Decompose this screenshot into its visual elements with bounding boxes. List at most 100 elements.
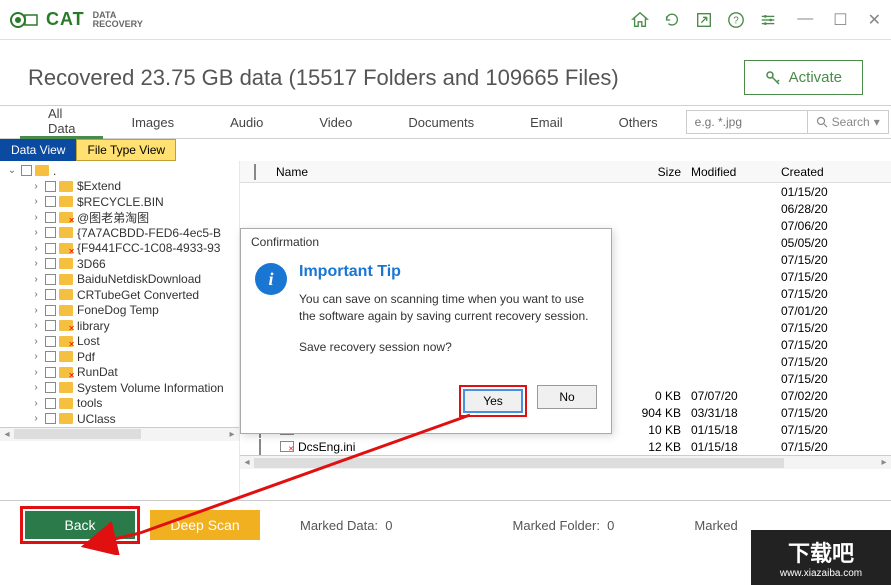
folder-tree[interactable]: ⌄ . ›$Extend›$RECYCLE.BIN›@图老弟淘图›{7A7ACB… bbox=[0, 161, 240, 500]
file-created: 01/15/20 bbox=[781, 185, 871, 199]
file-row[interactable]: 06/28/20 bbox=[240, 200, 891, 217]
tree-toggle-icon[interactable]: › bbox=[30, 305, 42, 316]
tab-others[interactable]: Others bbox=[591, 115, 686, 130]
close-button[interactable]: ✕ bbox=[868, 10, 881, 30]
tree-toggle-icon[interactable]: › bbox=[30, 227, 42, 238]
maximize-button[interactable]: ☐ bbox=[833, 10, 847, 30]
tree-toggle-icon[interactable]: › bbox=[30, 320, 42, 331]
tab-video[interactable]: Video bbox=[291, 115, 380, 130]
scroll-right-icon[interactable]: ▸ bbox=[877, 457, 891, 468]
tree-toggle-icon[interactable]: › bbox=[30, 274, 42, 285]
tree-toggle-icon[interactable]: › bbox=[30, 398, 42, 409]
tree-checkbox[interactable] bbox=[45, 336, 56, 347]
no-button[interactable]: No bbox=[537, 385, 597, 409]
tree-item-label: Lost bbox=[77, 334, 100, 348]
tree-item[interactable]: ›{F9441FCC-1C08-4933-93 bbox=[0, 241, 239, 257]
tree-toggle-icon[interactable]: › bbox=[30, 181, 42, 192]
tab-all-data[interactable]: All Data bbox=[20, 106, 103, 139]
tree-toggle-icon[interactable]: › bbox=[30, 258, 42, 269]
tree-toggle-icon[interactable]: › bbox=[30, 351, 42, 362]
tree-toggle-icon[interactable]: › bbox=[30, 382, 42, 393]
scroll-left-icon[interactable]: ◂ bbox=[240, 457, 254, 468]
back-button[interactable]: Back bbox=[25, 511, 135, 539]
tree-toggle-icon[interactable]: › bbox=[30, 196, 42, 207]
svg-text:?: ? bbox=[734, 15, 740, 26]
col-name[interactable]: Name bbox=[270, 165, 611, 179]
tree-toggle-icon[interactable]: › bbox=[30, 243, 42, 254]
tree-checkbox[interactable] bbox=[21, 165, 32, 176]
tree-checkbox[interactable] bbox=[45, 212, 56, 223]
file-row[interactable]: DcsEng.ini12 KB01/15/1807/15/20 bbox=[240, 438, 891, 455]
tree-checkbox[interactable] bbox=[45, 367, 56, 378]
col-modified[interactable]: Modified bbox=[691, 165, 781, 179]
tab-images[interactable]: Images bbox=[103, 115, 202, 130]
tree-item[interactable]: ›library bbox=[0, 318, 239, 334]
subtab-file-type-view[interactable]: File Type View bbox=[76, 139, 176, 161]
tree-item[interactable]: ›$Extend bbox=[0, 179, 239, 195]
tree-checkbox[interactable] bbox=[45, 398, 56, 409]
settings-icon[interactable] bbox=[759, 11, 777, 29]
file-checkbox[interactable] bbox=[259, 439, 261, 455]
tree-checkbox[interactable] bbox=[45, 413, 56, 424]
col-size[interactable]: Size bbox=[611, 165, 691, 179]
tree-item[interactable]: ›Pdf bbox=[0, 349, 239, 365]
tree-item[interactable]: ›FoneDog Temp bbox=[0, 303, 239, 319]
minimize-button[interactable]: — bbox=[797, 10, 813, 30]
tree-checkbox[interactable] bbox=[45, 258, 56, 269]
folder-icon bbox=[35, 165, 49, 176]
scroll-right-icon[interactable]: ▸ bbox=[225, 429, 239, 440]
share-icon[interactable] bbox=[695, 11, 713, 29]
tree-checkbox[interactable] bbox=[45, 305, 56, 316]
tree-toggle-icon[interactable]: › bbox=[30, 367, 42, 378]
yes-button[interactable]: Yes bbox=[463, 389, 523, 413]
tree-toggle-icon[interactable]: › bbox=[30, 289, 42, 300]
tree-item[interactable]: ›System Volume Information bbox=[0, 380, 239, 396]
tree-checkbox[interactable] bbox=[45, 243, 56, 254]
file-created: 07/06/20 bbox=[781, 219, 871, 233]
tree-toggle-icon[interactable]: › bbox=[30, 413, 42, 424]
tree-item[interactable]: › @图老弟淘图 bbox=[0, 210, 239, 226]
tree-checkbox[interactable] bbox=[45, 382, 56, 393]
tree-checkbox[interactable] bbox=[45, 196, 56, 207]
tree-item[interactable]: ›CRTubeGet Converted bbox=[0, 287, 239, 303]
tree-checkbox[interactable] bbox=[45, 227, 56, 238]
file-name: DcsEng.ini bbox=[298, 440, 355, 454]
tree-checkbox[interactable] bbox=[45, 181, 56, 192]
file-hscroll[interactable]: ◂ ▸ bbox=[240, 455, 891, 469]
tree-item[interactable]: ›$RECYCLE.BIN bbox=[0, 194, 239, 210]
tree-item[interactable]: ›3D66 bbox=[0, 256, 239, 272]
tab-email[interactable]: Email bbox=[502, 115, 591, 130]
col-created[interactable]: Created bbox=[781, 165, 871, 179]
help-icon[interactable]: ? bbox=[727, 11, 745, 29]
tab-audio[interactable]: Audio bbox=[202, 115, 291, 130]
tree-toggle-icon[interactable]: ⌄ bbox=[6, 165, 18, 176]
search-button[interactable]: Search ▾ bbox=[807, 111, 888, 133]
tree-checkbox[interactable] bbox=[45, 320, 56, 331]
home-icon[interactable] bbox=[631, 11, 649, 29]
tab-documents[interactable]: Documents bbox=[380, 115, 502, 130]
tree-item[interactable]: ›UClass bbox=[0, 411, 239, 427]
tree-item[interactable]: ›BaiduNetdiskDownload bbox=[0, 272, 239, 288]
select-all-checkbox[interactable] bbox=[254, 164, 256, 180]
tree-toggle-icon[interactable]: › bbox=[30, 336, 42, 347]
tree-item[interactable]: › Lost bbox=[0, 334, 239, 350]
folder-icon bbox=[59, 305, 73, 316]
activate-button[interactable]: Activate bbox=[744, 60, 863, 95]
tree-item-label: @图老弟淘图 bbox=[77, 209, 149, 226]
search-input[interactable] bbox=[687, 113, 807, 131]
scroll-left-icon[interactable]: ◂ bbox=[0, 429, 14, 440]
tree-hscroll[interactable]: ◂ ▸ bbox=[0, 427, 239, 441]
tree-item[interactable]: ›tools bbox=[0, 396, 239, 412]
refresh-icon[interactable] bbox=[663, 11, 681, 29]
tree-toggle-icon[interactable]: › bbox=[30, 212, 42, 223]
back-highlight: Back bbox=[20, 506, 140, 544]
tree-item[interactable]: ›{7A7ACBDD-FED6-4ec5-B bbox=[0, 225, 239, 241]
app-logo: CAT DATA RECOVERY bbox=[10, 9, 143, 31]
deep-scan-button[interactable]: Deep Scan bbox=[150, 510, 260, 540]
subtab-data-view[interactable]: Data View bbox=[0, 139, 76, 161]
tree-checkbox[interactable] bbox=[45, 351, 56, 362]
tree-checkbox[interactable] bbox=[45, 274, 56, 285]
file-row[interactable]: 01/15/20 bbox=[240, 183, 891, 200]
tree-checkbox[interactable] bbox=[45, 289, 56, 300]
tree-item[interactable]: ›RunDat bbox=[0, 365, 239, 381]
